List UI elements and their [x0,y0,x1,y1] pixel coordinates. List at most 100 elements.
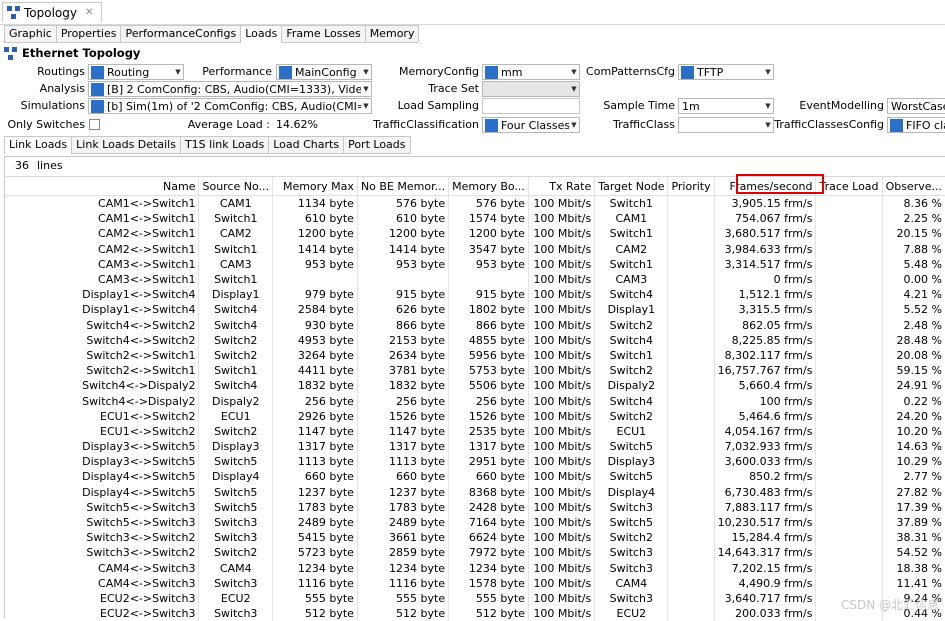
table-row[interactable]: Display4<->Switch5Display4660 byte660 by… [5,469,945,484]
only-switches-checkbox[interactable] [89,119,100,130]
table-cell [668,348,714,363]
table-row[interactable]: Display3<->Switch5Display31317 byte1317 … [5,439,945,454]
watermark: CSDN @北汇信息 [841,596,939,613]
table-cell: 100 Mbit/s [528,500,594,515]
table-row[interactable]: Switch4<->Dispaly2Switch41832 byte1832 b… [5,378,945,393]
table-row[interactable]: Switch3<->Switch2Switch35415 byte3661 by… [5,530,945,545]
traffic-class-combo[interactable]: ▼ [678,117,774,133]
table-cell: ECU2 [595,606,668,621]
table-cell [816,242,882,257]
trace-set-combo[interactable]: ▼ [482,81,580,97]
table-cell: 24.20 % [882,409,945,424]
routings-combo[interactable]: Routing ▼ [88,64,184,80]
table-row[interactable]: ECU2<->Switch3ECU2555 byte555 byte555 by… [5,591,945,606]
table-cell: 555 byte [449,591,529,606]
table-row[interactable]: Switch4<->Dispaly2Dispaly2256 byte256 by… [5,393,945,408]
subtab-link-loads[interactable]: Link Loads [4,136,72,154]
table-cell: 3,905.15 frm/s [714,196,816,212]
tab-loads[interactable]: Loads [240,25,282,43]
table-row[interactable]: CAM3<->Switch1Switch1100 Mbit/sCAM30 frm… [5,272,945,287]
tab-graphic[interactable]: Graphic [4,25,57,42]
chevron-down-icon[interactable]: ▼ [569,85,579,93]
simulations-combo[interactable]: [b] Sim(1m) of '2 ComConfig: CBS, Audio(… [88,98,372,114]
table-row[interactable]: CAM1<->Switch1CAM11134 byte576 byte576 b… [5,196,945,212]
subtab-t1s-link-loads[interactable]: T1S link Loads [180,136,269,153]
chevron-down-icon[interactable]: ▼ [361,102,371,110]
traffic-classification-combo[interactable]: Four Classes ▼ [482,117,580,133]
subtab-port-loads[interactable]: Port Loads [343,136,410,153]
lines-label: lines [37,159,63,172]
table-row[interactable]: ECU2<->Switch3Switch3512 byte512 byte512… [5,606,945,621]
table-cell: Switch3 [595,561,668,576]
tab-properties[interactable]: Properties [56,25,122,42]
table-row[interactable]: CAM4<->Switch3Switch31116 byte1116 byte1… [5,576,945,591]
table-row[interactable]: Display1<->Switch4Switch42584 byte626 by… [5,302,945,317]
table-cell: ECU1<->Switch2 [5,409,199,424]
table-row[interactable]: Display3<->Switch5Switch51113 byte1113 b… [5,454,945,469]
tab-frame-losses[interactable]: Frame Losses [281,25,365,42]
table-row[interactable]: Switch5<->Switch3Switch32489 byte2489 by… [5,515,945,530]
traffic-classes-config-combo[interactable]: FIFO cla [887,117,945,133]
com-patterns-label: ComPatternsCfg [585,64,675,80]
chevron-down-icon[interactable]: ▼ [763,68,773,76]
column-header-tx-rate[interactable]: Tx Rate [528,177,594,196]
table-row[interactable]: CAM4<->Switch3CAM41234 byte1234 byte1234… [5,561,945,576]
performance-combo[interactable]: MainConfig ▼ [276,64,372,80]
load-sampling-input[interactable] [482,98,580,114]
table-row[interactable]: Switch4<->Switch2Switch24953 byte2153 by… [5,333,945,348]
subtab-load-charts[interactable]: Load Charts [268,136,344,153]
chevron-down-icon[interactable]: ▼ [569,68,579,76]
column-header-no-be-memor[interactable]: No BE Memor... [357,177,448,196]
traffic-classification-value: Four Classes [501,119,569,132]
close-icon[interactable]: ✕ [85,7,93,18]
table-cell: 1526 byte [357,409,448,424]
table-cell: 1147 byte [273,424,358,439]
table-row[interactable]: Switch2<->Switch1Switch14411 byte3781 by… [5,363,945,378]
column-header-source-no[interactable]: Source No... [199,177,273,196]
table-cell: Switch5<->Switch3 [5,500,199,515]
analysis-combo[interactable]: [B] 2 ComConfig: CBS, Audio(CMI=1333), V… [88,81,372,97]
chevron-down-icon[interactable]: ▼ [569,121,579,129]
chevron-down-icon[interactable]: ▼ [361,68,371,76]
table-cell: 754.067 frm/s [714,211,816,226]
table-row[interactable]: Display4<->Switch5Switch51237 byte1237 b… [5,485,945,500]
table-row[interactable]: Switch5<->Switch3Switch51783 byte1783 by… [5,500,945,515]
column-header-target-node[interactable]: Target Node [595,177,668,196]
tab-performanceconfigs[interactable]: PerformanceConfigs [120,25,241,42]
tab-memory[interactable]: Memory [365,25,420,42]
column-header-memory-max[interactable]: Memory Max [273,177,358,196]
table-row[interactable]: CAM2<->Switch1CAM21200 byte1200 byte1200… [5,226,945,241]
chevron-down-icon[interactable]: ▼ [361,85,371,93]
table-row[interactable]: CAM2<->Switch1Switch11414 byte1414 byte3… [5,242,945,257]
table-cell [816,363,882,378]
table-row[interactable]: Switch4<->Switch2Switch4930 byte866 byte… [5,318,945,333]
table-row[interactable]: ECU1<->Switch2Switch21147 byte1147 byte2… [5,424,945,439]
table-cell: 850.2 frm/s [714,469,816,484]
column-header-name[interactable]: Name [5,177,199,196]
table-row[interactable]: Switch3<->Switch2Switch25723 byte2859 by… [5,545,945,560]
table-row[interactable]: CAM1<->Switch1Switch1610 byte610 byte157… [5,211,945,226]
column-header-priority[interactable]: Priority [668,177,714,196]
chevron-down-icon[interactable]: ▼ [763,102,773,110]
table-row[interactable]: Switch2<->Switch1Switch23264 byte2634 by… [5,348,945,363]
com-patterns-combo[interactable]: TFTP ▼ [678,64,774,80]
column-header-observe[interactable]: Observe... [882,177,945,196]
table-row[interactable]: ECU1<->Switch2ECU12926 byte1526 byte1526… [5,409,945,424]
table-cell [668,378,714,393]
table-row[interactable]: CAM3<->Switch1CAM3953 byte953 byte953 by… [5,257,945,272]
table-cell: CAM1<->Switch1 [5,211,199,226]
subtab-link-loads-details[interactable]: Link Loads Details [71,136,181,153]
table-cell: 5,660.4 frm/s [714,378,816,393]
table-cell: 866 byte [449,318,529,333]
event-modelling-combo[interactable]: WorstCase [887,98,945,114]
memory-config-combo[interactable]: mm ▼ [482,64,580,80]
table-cell: 100 Mbit/s [528,318,594,333]
table-cell: CAM2 [595,242,668,257]
sample-time-combo[interactable]: 1m ▼ [678,98,774,114]
column-header-trace-load[interactable]: Trace Load [816,177,882,196]
topology-view-tab[interactable]: Topology ✕ [2,2,102,22]
routing-icon [91,66,104,79]
chevron-down-icon[interactable]: ▼ [173,68,183,76]
table-row[interactable]: Display1<->Switch4Display1979 byte915 by… [5,287,945,302]
column-header-memory-bo[interactable]: Memory Bo... [449,177,529,196]
